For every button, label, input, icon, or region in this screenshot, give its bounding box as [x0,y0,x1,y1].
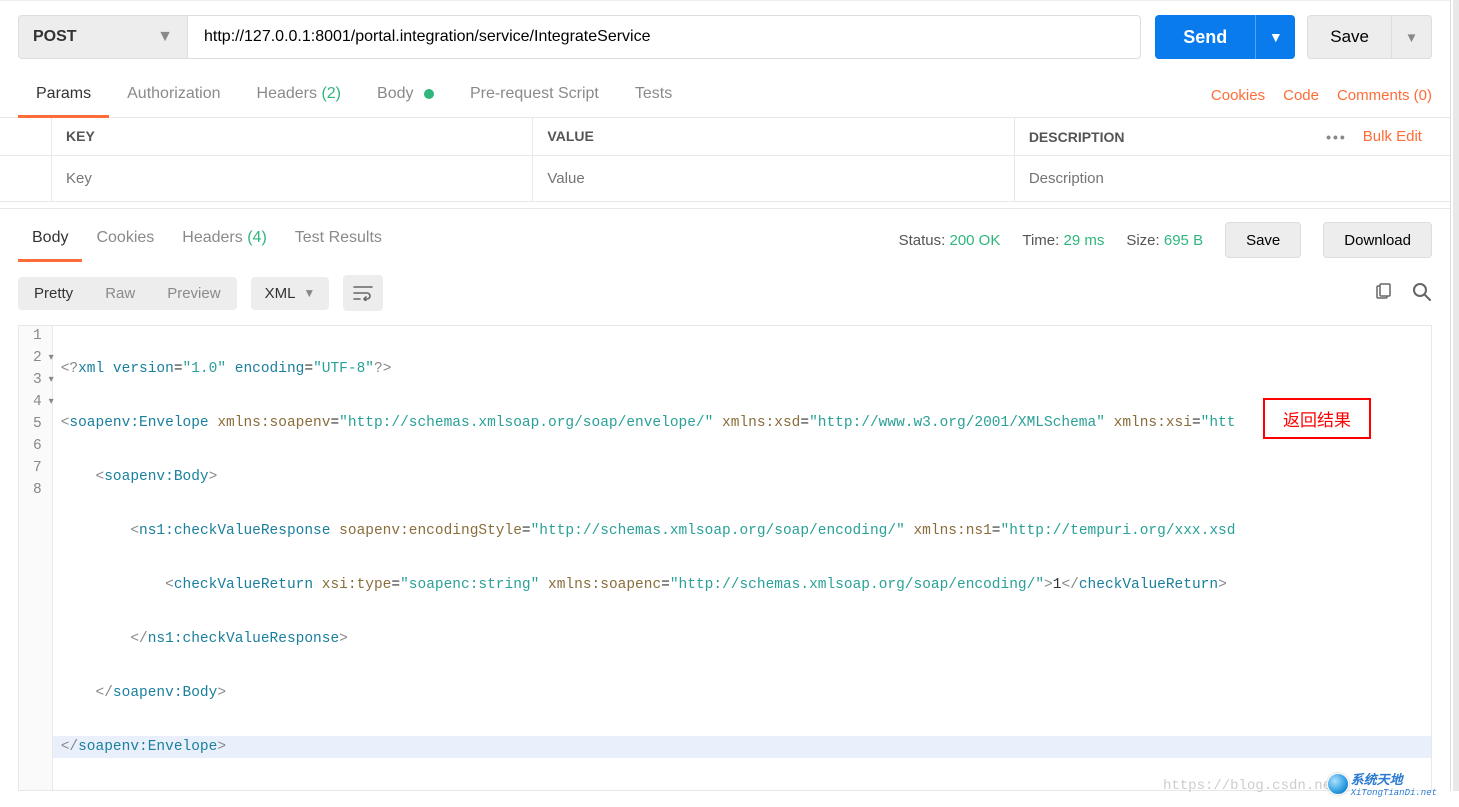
description-input[interactable] [1015,156,1450,201]
method-label: POST [33,28,77,46]
tab-headers-label: Headers [257,85,317,102]
row-spacer [0,156,52,201]
line-number: 5 [19,414,52,436]
save-dropdown[interactable]: ▼ [1392,15,1432,59]
line-number[interactable]: 4 [19,392,52,414]
tab-body-label: Body [377,85,413,102]
code-line: <soapenv:Body> [53,466,1431,488]
download-button[interactable]: Download [1323,222,1432,258]
tab-prerequest[interactable]: Pre-request Script [452,73,617,117]
copy-icon[interactable] [1374,283,1392,304]
line-number[interactable]: 2 [19,348,52,370]
value-input[interactable] [533,156,1014,201]
status-meta: Status: 200 OK [899,232,1001,249]
line-number: 1 [19,326,52,348]
params-header: KEY VALUE DESCRIPTION ••• Bulk Edit [0,118,1450,156]
time-meta: Time: 29 ms [1022,232,1104,249]
comments-link[interactable]: Comments (0) [1337,87,1432,104]
wrap-lines-button[interactable] [343,275,383,311]
request-bar: POST ▼ Send ▼ Save ▼ [0,0,1450,73]
code-line: <ns1:checkValueResponse soapenv:encoding… [53,520,1431,542]
code-line: <soapenv:Envelope xmlns:soapenv="http://… [53,412,1431,434]
resp-tab-body[interactable]: Body [18,219,82,261]
send-dropdown[interactable]: ▼ [1255,15,1295,59]
wrap-icon [353,285,373,301]
save-button[interactable]: Save [1307,15,1392,59]
tab-params[interactable]: Params [18,73,109,117]
tab-headers[interactable]: Headers (2) [239,73,360,117]
size-meta: Size: 695 B [1126,232,1203,249]
url-input[interactable] [188,15,1141,59]
send-group: Send ▼ [1155,15,1295,59]
line-number: 8 [19,480,52,502]
bulk-edit-link[interactable]: Bulk Edit [1363,128,1422,145]
format-label: XML [265,285,296,302]
method-select[interactable]: POST ▼ [18,15,188,59]
code-line: </soapenv:Envelope> [53,736,1431,758]
more-options-icon[interactable]: ••• [1326,129,1347,145]
cookies-link[interactable]: Cookies [1211,87,1265,104]
view-mode-pill: Pretty Raw Preview [18,277,237,310]
params-row [0,156,1450,202]
resp-tab-headers[interactable]: Headers (4) [168,219,281,261]
tab-body[interactable]: Body [359,73,452,117]
code-content[interactable]: <?xml version="1.0" encoding="UTF-8"?> <… [53,326,1431,790]
line-number[interactable]: 3 [19,370,52,392]
line-gutter: 1 2 3 4 5 6 7 8 [19,326,53,790]
col-description: DESCRIPTION ••• Bulk Edit [1015,118,1450,155]
send-button[interactable]: Send [1155,15,1255,59]
format-select[interactable]: XML ▼ [251,277,330,310]
tab-tests[interactable]: Tests [617,73,690,117]
chevron-down-icon: ▼ [303,286,315,300]
code-line: <checkValueReturn xsi:type="soapenc:stri… [53,574,1431,596]
code-line: <?xml version="1.0" encoding="UTF-8"?> [53,358,1431,380]
raw-option[interactable]: Raw [89,277,151,310]
format-row: Pretty Raw Preview XML ▼ [0,261,1450,325]
chevron-down-icon: ▼ [157,28,173,46]
code-line: </ns1:checkValueResponse> [53,628,1431,650]
right-links: Cookies Code Comments (0) [1211,87,1432,104]
key-input[interactable] [52,156,533,201]
resp-tab-tests[interactable]: Test Results [281,219,396,261]
line-number: 6 [19,436,52,458]
checkbox-spacer [0,118,52,155]
body-active-dot-icon [424,89,434,99]
response-meta: Status: 200 OK Time: 29 ms Size: 695 B S… [899,222,1432,258]
resp-tab-cookies[interactable]: Cookies [82,219,168,261]
resp-headers-count: (4) [247,229,267,246]
save-group: Save ▼ [1307,15,1432,59]
col-value: VALUE [533,118,1014,155]
params-actions: ••• Bulk Edit [1326,128,1436,145]
code-link[interactable]: Code [1283,87,1319,104]
preview-option[interactable]: Preview [151,277,236,310]
search-icon[interactable] [1412,282,1432,305]
line-number: 7 [19,458,52,480]
col-key: KEY [52,118,533,155]
format-right [1374,282,1432,305]
headers-count: (2) [321,85,341,102]
save-response-button[interactable]: Save [1225,222,1301,258]
resp-headers-label: Headers [182,229,242,246]
pretty-option[interactable]: Pretty [18,277,89,310]
response-body: 1 2 3 4 5 6 7 8 <?xml version="1.0" enco… [18,325,1432,791]
response-header: Body Cookies Headers (4) Test Results St… [0,208,1450,261]
col-description-label: DESCRIPTION [1029,129,1125,145]
code-line: </soapenv:Body> [53,682,1431,704]
request-tabs: Params Authorization Headers (2) Body Pr… [0,73,1450,118]
tab-authorization[interactable]: Authorization [109,73,238,117]
response-tabs: Body Cookies Headers (4) Test Results [18,219,396,261]
